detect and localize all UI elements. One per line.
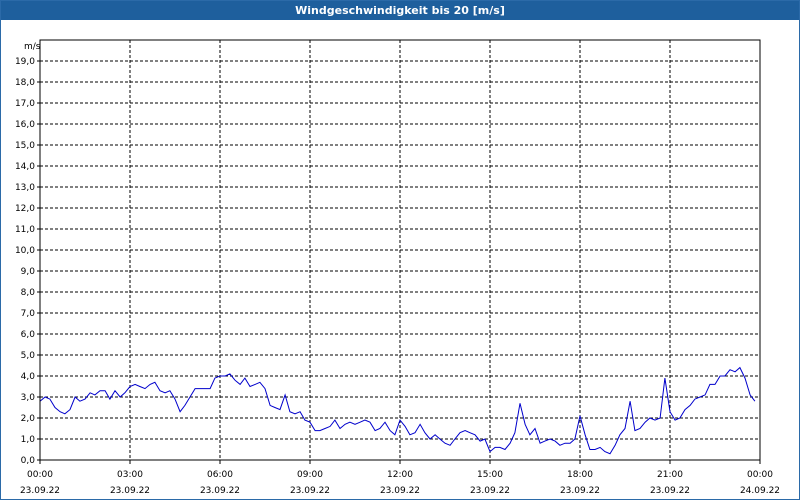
x-tick-date-label: 23.09.22 xyxy=(380,486,420,496)
x-tick-time-label: 09:00 xyxy=(297,470,323,480)
y-tick-label: 18,0 xyxy=(15,78,35,88)
y-tick-label: 2,0 xyxy=(21,414,36,424)
x-tick-time-label: 00:00 xyxy=(747,470,773,480)
y-tick-label: 9,0 xyxy=(21,267,36,277)
x-tick-time-label: 12:00 xyxy=(387,470,413,480)
x-tick-time-label: 06:00 xyxy=(207,470,233,480)
x-tick-date-label: 23.09.22 xyxy=(200,486,240,496)
y-tick-label: 14,0 xyxy=(15,162,35,172)
y-tick-label: 10,0 xyxy=(15,246,35,256)
y-tick-label: 3,0 xyxy=(21,393,36,403)
y-tick-label: 5,0 xyxy=(21,351,36,361)
x-tick-time-label: 18:00 xyxy=(567,470,593,480)
y-tick-label: 19,0 xyxy=(15,57,35,67)
y-axis-ticks: 0,0 1,0 2,0 3,0 4,0 5,0 6,0 7,0 8,0 9,0 10,0 11,0 12… xyxy=(15,57,40,466)
x-tick-date-label: 23.09.22 xyxy=(20,486,60,496)
wind-speed-series-line xyxy=(39,366,756,455)
x-tick-date-label: 23.09.22 xyxy=(110,486,150,496)
x-tick-time-label: 00:00 xyxy=(27,470,53,480)
y-tick-label: 6,0 xyxy=(21,330,36,340)
x-axis-ticks: 00:00 23.09.22 03:00 23.09.22 06:00 23.09.22 0… xyxy=(20,460,780,496)
x-tick-date-label: 23.09.22 xyxy=(650,486,690,496)
y-tick-label: 16,0 xyxy=(15,120,35,130)
y-tick-label: 4,0 xyxy=(21,372,36,382)
grid-lines xyxy=(40,40,760,460)
x-tick-time-label: 21:00 xyxy=(657,470,683,480)
y-tick-label: 12,0 xyxy=(15,204,35,214)
x-tick-date-label: 23.09.22 xyxy=(290,486,330,496)
wind-speed-chart: m/s 0,0 1,0 2,0 3,0 4,0 5,0 6,0 7,0 8,0 9,0 10,0 11… xyxy=(15,39,780,496)
y-tick-label: 11,0 xyxy=(15,225,35,235)
x-tick-time-label: 03:00 xyxy=(117,470,143,480)
y-tick-label: 1,0 xyxy=(21,435,36,445)
y-tick-label: 17,0 xyxy=(15,99,35,109)
x-tick-date-label: 23.09.22 xyxy=(470,486,510,496)
y-tick-label: 8,0 xyxy=(21,288,36,298)
x-tick-date-label: 23.09.22 xyxy=(560,486,600,496)
y-tick-label: 7,0 xyxy=(21,309,36,319)
x-tick-date-label: 24.09.22 xyxy=(740,486,780,496)
y-tick-label: 0,0 xyxy=(21,456,36,466)
y-axis-unit-label: m/s xyxy=(24,42,41,52)
y-tick-label: 15,0 xyxy=(15,141,35,151)
y-tick-label: 13,0 xyxy=(15,183,35,193)
x-tick-time-label: 15:00 xyxy=(477,470,503,480)
